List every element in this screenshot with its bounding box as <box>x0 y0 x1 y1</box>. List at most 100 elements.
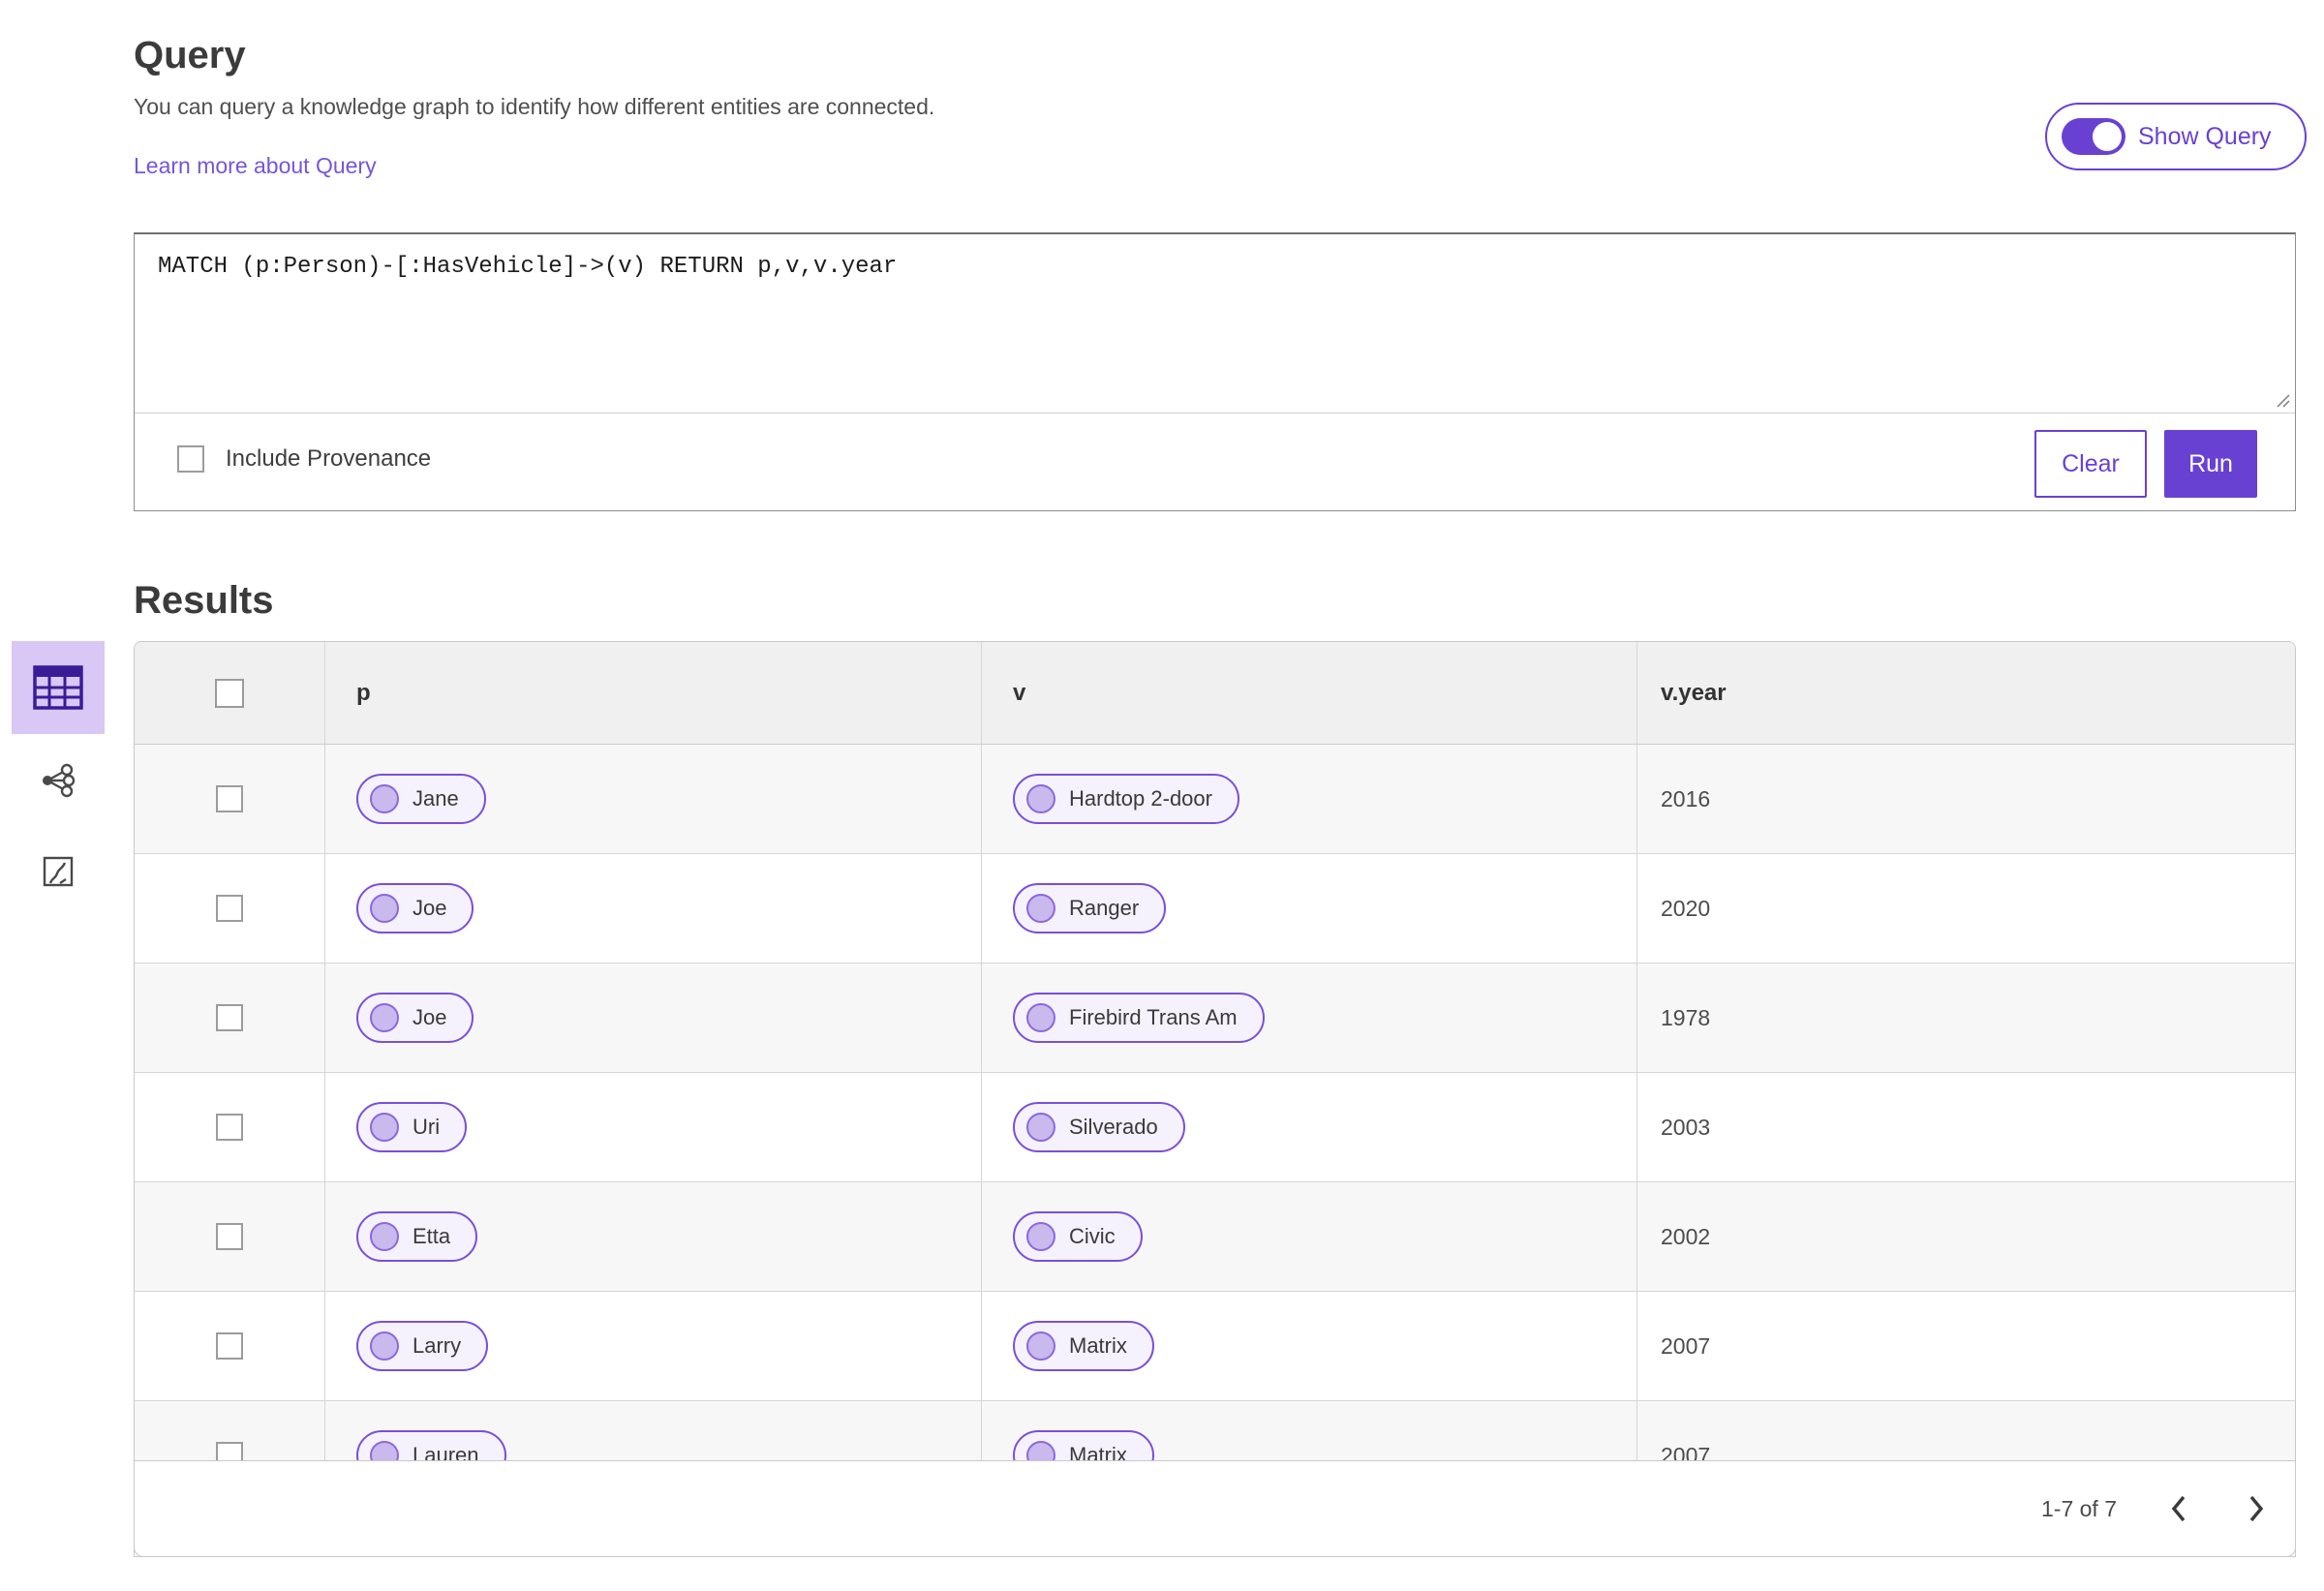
select-all-checkbox[interactable] <box>215 678 244 708</box>
node-label: Etta <box>413 1224 451 1248</box>
page-title: Query <box>134 33 246 76</box>
node-circle-icon <box>370 1331 399 1361</box>
v-year-cell: 2002 <box>1637 1182 2295 1291</box>
node-label: Matrix <box>1069 1333 1127 1358</box>
show-query-label: Show Query <box>2138 122 2272 150</box>
vehicle-pill[interactable]: Silverado <box>1013 1102 1185 1152</box>
vehicle-pill[interactable]: Hardtop 2-door <box>1013 774 1239 824</box>
vehicle-pill[interactable]: Firebird Trans Am <box>1013 993 1265 1043</box>
v-year-cell: 2016 <box>1637 745 2295 853</box>
node-label: Joe <box>413 1005 447 1029</box>
row-checkbox[interactable] <box>216 1004 243 1031</box>
year-value: 2016 <box>1661 785 1711 811</box>
vehicle-pill[interactable]: Matrix <box>1013 1321 1154 1371</box>
table-icon <box>33 665 83 710</box>
table-row: Jane Hardtop 2-door 2016 <box>135 745 2295 854</box>
clear-button[interactable]: Clear <box>2034 430 2147 498</box>
year-value: 2007 <box>1661 1332 1711 1359</box>
view-table-button[interactable] <box>12 641 105 734</box>
node-circle-icon <box>370 784 399 813</box>
view-map-button[interactable] <box>12 829 105 914</box>
vehicle-pill[interactable]: Ranger <box>1013 883 1167 933</box>
row-select-cell <box>135 1292 325 1400</box>
column-header-v: v <box>982 642 1637 744</box>
node-label: Firebird Trans Am <box>1069 1005 1238 1029</box>
chevron-right-icon <box>2249 1495 2264 1522</box>
node-circle-icon <box>370 1003 399 1032</box>
node-circle-icon <box>1026 1113 1055 1142</box>
next-page-button[interactable] <box>2239 1487 2274 1530</box>
person-pill[interactable]: Joe <box>356 993 474 1043</box>
results-table: p v v.year Jane Hardtop 2-door 2016 Joe Rang… <box>134 641 2296 1557</box>
v-cell: Hardtop 2-door <box>982 745 1637 853</box>
query-input[interactable]: MATCH (p:Person)-[:HasVehicle]->(v) RETU… <box>135 234 2295 413</box>
include-provenance-checkbox[interactable] <box>177 445 204 473</box>
chevron-left-icon <box>2171 1495 2186 1522</box>
vehicle-pill[interactable]: Civic <box>1013 1211 1143 1262</box>
map-icon <box>43 856 74 887</box>
node-label: Larry <box>413 1333 462 1358</box>
row-select-cell <box>135 745 325 853</box>
results-table-body: Jane Hardtop 2-door 2016 Joe Ranger 2020 Joe Fi… <box>135 745 2295 1511</box>
v-cell: Civic <box>982 1182 1637 1291</box>
person-pill[interactable]: Joe <box>356 883 474 933</box>
v-year-cell: 2003 <box>1637 1073 2295 1181</box>
v-cell: Matrix <box>982 1292 1637 1400</box>
v-cell: Ranger <box>982 854 1637 963</box>
p-cell: Joe <box>325 964 982 1072</box>
node-circle-icon <box>370 1222 399 1251</box>
year-value: 2020 <box>1661 895 1711 921</box>
run-button[interactable]: Run <box>2164 430 2257 498</box>
row-checkbox[interactable] <box>216 895 243 922</box>
pagination-bar: 1-7 of 7 <box>134 1460 2296 1557</box>
node-circle-icon <box>1026 1331 1055 1361</box>
learn-more-link[interactable]: Learn more about Query <box>134 153 377 179</box>
v-cell: Silverado <box>982 1073 1637 1181</box>
person-pill[interactable]: Etta <box>356 1211 478 1262</box>
node-circle-icon <box>370 1113 399 1142</box>
node-label: Hardtop 2-door <box>1069 786 1212 811</box>
table-row: Larry Matrix 2007 <box>135 1292 2295 1401</box>
pagination-range-label: 1-7 of 7 <box>2041 1495 2117 1521</box>
row-select-cell <box>135 964 325 1072</box>
include-provenance-label: Include Provenance <box>226 445 432 472</box>
row-checkbox[interactable] <box>216 1223 243 1250</box>
view-graph-button[interactable] <box>12 738 105 823</box>
resize-handle-icon[interactable] <box>2274 391 2291 409</box>
query-description: You can query a knowledge graph to ident… <box>134 94 935 119</box>
node-label: Silverado <box>1069 1115 1158 1139</box>
row-select-cell <box>135 1073 325 1181</box>
column-header-v-year: v.year <box>1661 679 1727 706</box>
p-cell: Etta <box>325 1182 982 1291</box>
person-pill[interactable]: Jane <box>356 774 486 824</box>
toggle-switch-icon[interactable] <box>2062 118 2125 155</box>
table-row: Joe Ranger 2020 <box>135 854 2295 964</box>
show-query-toggle[interactable]: Show Query <box>2045 103 2307 170</box>
person-pill[interactable]: Uri <box>356 1102 468 1152</box>
p-cell: Uri <box>325 1073 982 1181</box>
row-checkbox[interactable] <box>216 1332 243 1360</box>
v-year-cell: 2020 <box>1637 854 2295 963</box>
toggle-knob <box>2093 122 2122 151</box>
node-label: Joe <box>413 896 447 920</box>
query-panel: MATCH (p:Person)-[:HasVehicle]->(v) RETU… <box>134 232 2296 511</box>
year-value: 1978 <box>1661 1004 1711 1030</box>
prev-page-button[interactable] <box>2161 1487 2196 1530</box>
person-pill[interactable]: Larry <box>356 1321 489 1371</box>
year-value: 2003 <box>1661 1114 1711 1140</box>
node-label: Civic <box>1069 1224 1116 1248</box>
select-all-cell <box>135 642 325 744</box>
v-year-cell: 2007 <box>1637 1292 2295 1400</box>
row-select-cell <box>135 854 325 963</box>
row-checkbox[interactable] <box>216 1114 243 1141</box>
table-row: Etta Civic 2002 <box>135 1182 2295 1292</box>
node-circle-icon <box>1026 784 1055 813</box>
node-label: Ranger <box>1069 896 1140 920</box>
column-header-p: p <box>325 642 982 744</box>
row-checkbox[interactable] <box>216 785 243 812</box>
table-header-row: p v v.year <box>135 642 2295 745</box>
year-value: 2002 <box>1661 1223 1711 1249</box>
node-circle-icon <box>370 894 399 923</box>
table-row: Uri Silverado 2003 <box>135 1073 2295 1182</box>
node-label: Uri <box>413 1115 441 1139</box>
